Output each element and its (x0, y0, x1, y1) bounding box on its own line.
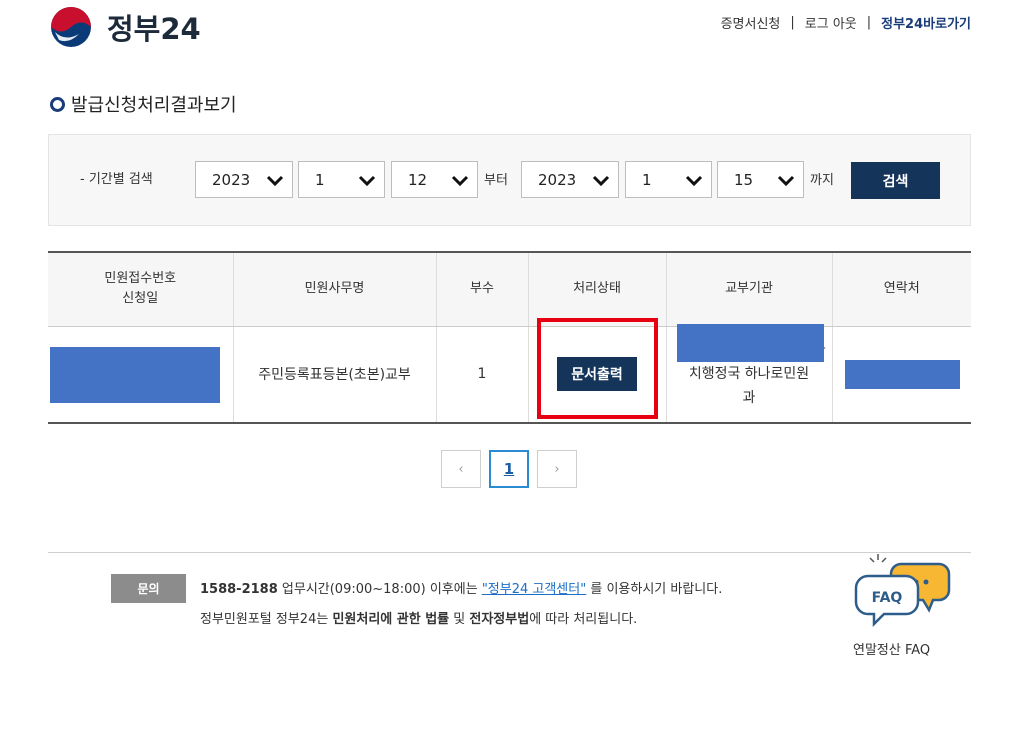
chevron-down-icon (777, 175, 795, 187)
separator: | (866, 15, 872, 30)
copies-cell: 1 (436, 326, 529, 423)
page-title-text: 발급신청처리결과보기 (71, 95, 237, 116)
header-contact: 연락처 (832, 252, 971, 327)
chevron-down-icon (592, 175, 610, 187)
logout-link[interactable]: 로그 아웃 (805, 13, 857, 32)
contact-cell (832, 326, 971, 423)
from-word: 부터 (484, 173, 508, 188)
table-header-row: 민원접수번호 신청일 민원사무명 부수 처리상태 교부기관 연락처 (48, 252, 971, 327)
highlight-box (537, 318, 658, 419)
chevron-down-icon (451, 175, 469, 187)
separator: | (790, 15, 795, 30)
header-copies: 부수 (436, 252, 529, 327)
period-search-label: - 기간별 검색 (80, 172, 153, 187)
footer-divider (48, 552, 971, 553)
table-row: 주민등록표등본(초본)교부 1 문서출력 하 치행정국 하나로민원 과 (48, 323, 971, 423)
header-service-name: 민원사무명 (233, 252, 437, 327)
footer-contact-line: 1588-2188 업무시간(09:00~18:00) 이후에는 "정부24 고… (200, 582, 723, 597)
phone-number: 1588-2188 (200, 582, 278, 597)
inquiry-badge: 문의 (111, 574, 186, 603)
logo[interactable]: 정부24 (45, 4, 201, 50)
page-1-button[interactable]: 1 (489, 450, 529, 488)
to-day-select[interactable]: 15 (717, 161, 804, 198)
receipt-no-cell (48, 326, 234, 423)
government-emblem-icon (51, 7, 91, 47)
to-year-select[interactable]: 2023 (521, 161, 619, 198)
pagination: ‹ 1 › (441, 450, 577, 488)
service-name-cell: 주민등록표등본(초본)교부 (233, 326, 437, 423)
redacted-block (844, 359, 960, 389)
circle-bullet-icon (50, 96, 65, 112)
from-year-select[interactable]: 2023 (195, 161, 293, 198)
header-receipt-no: 민원접수번호 신청일 (48, 252, 234, 327)
chevron-down-icon (266, 175, 284, 187)
from-month-select[interactable]: 1 (298, 161, 385, 198)
chevron-down-icon (685, 175, 703, 187)
header-status: 처리상태 (528, 252, 667, 327)
apply-certificate-link[interactable]: 증명서신청 (721, 13, 781, 32)
faq-label[interactable]: 연말정산 FAQ (853, 639, 930, 658)
agency-cell: 하 치행정국 하나로민원 과 (666, 323, 833, 423)
top-links: 증명서신청 | 로그 아웃 | 정부24바로가기 (721, 13, 971, 32)
next-page-button[interactable]: › (537, 450, 577, 488)
footer-legal-line: 정부민원포털 정부24는 민원처리에 관한 법률 및 전자정부법에 따라 처리됩… (200, 612, 638, 627)
chevron-down-icon (358, 175, 376, 187)
search-button[interactable]: 검색 (851, 162, 940, 199)
redacted-block (676, 323, 824, 362)
logo-text: 정부24 (107, 12, 201, 46)
customer-center-link[interactable]: "정부24 고객센터" (482, 582, 586, 597)
redacted-block (50, 346, 220, 403)
results-table: 민원접수번호 신청일 민원사무명 부수 처리상태 교부기관 연락처 주민등록표등… (48, 251, 971, 424)
svg-text:FAQ: FAQ (872, 590, 903, 606)
page-title: 발급신청처리결과보기 (50, 91, 237, 117)
header-agency: 교부기관 (666, 252, 833, 327)
from-day-select[interactable]: 12 (391, 161, 478, 198)
to-month-select[interactable]: 1 (625, 161, 712, 198)
prev-page-button[interactable]: ‹ (441, 450, 481, 488)
to-word: 까지 (810, 173, 834, 188)
gov24-shortcut-link[interactable]: 정부24바로가기 (881, 13, 971, 32)
